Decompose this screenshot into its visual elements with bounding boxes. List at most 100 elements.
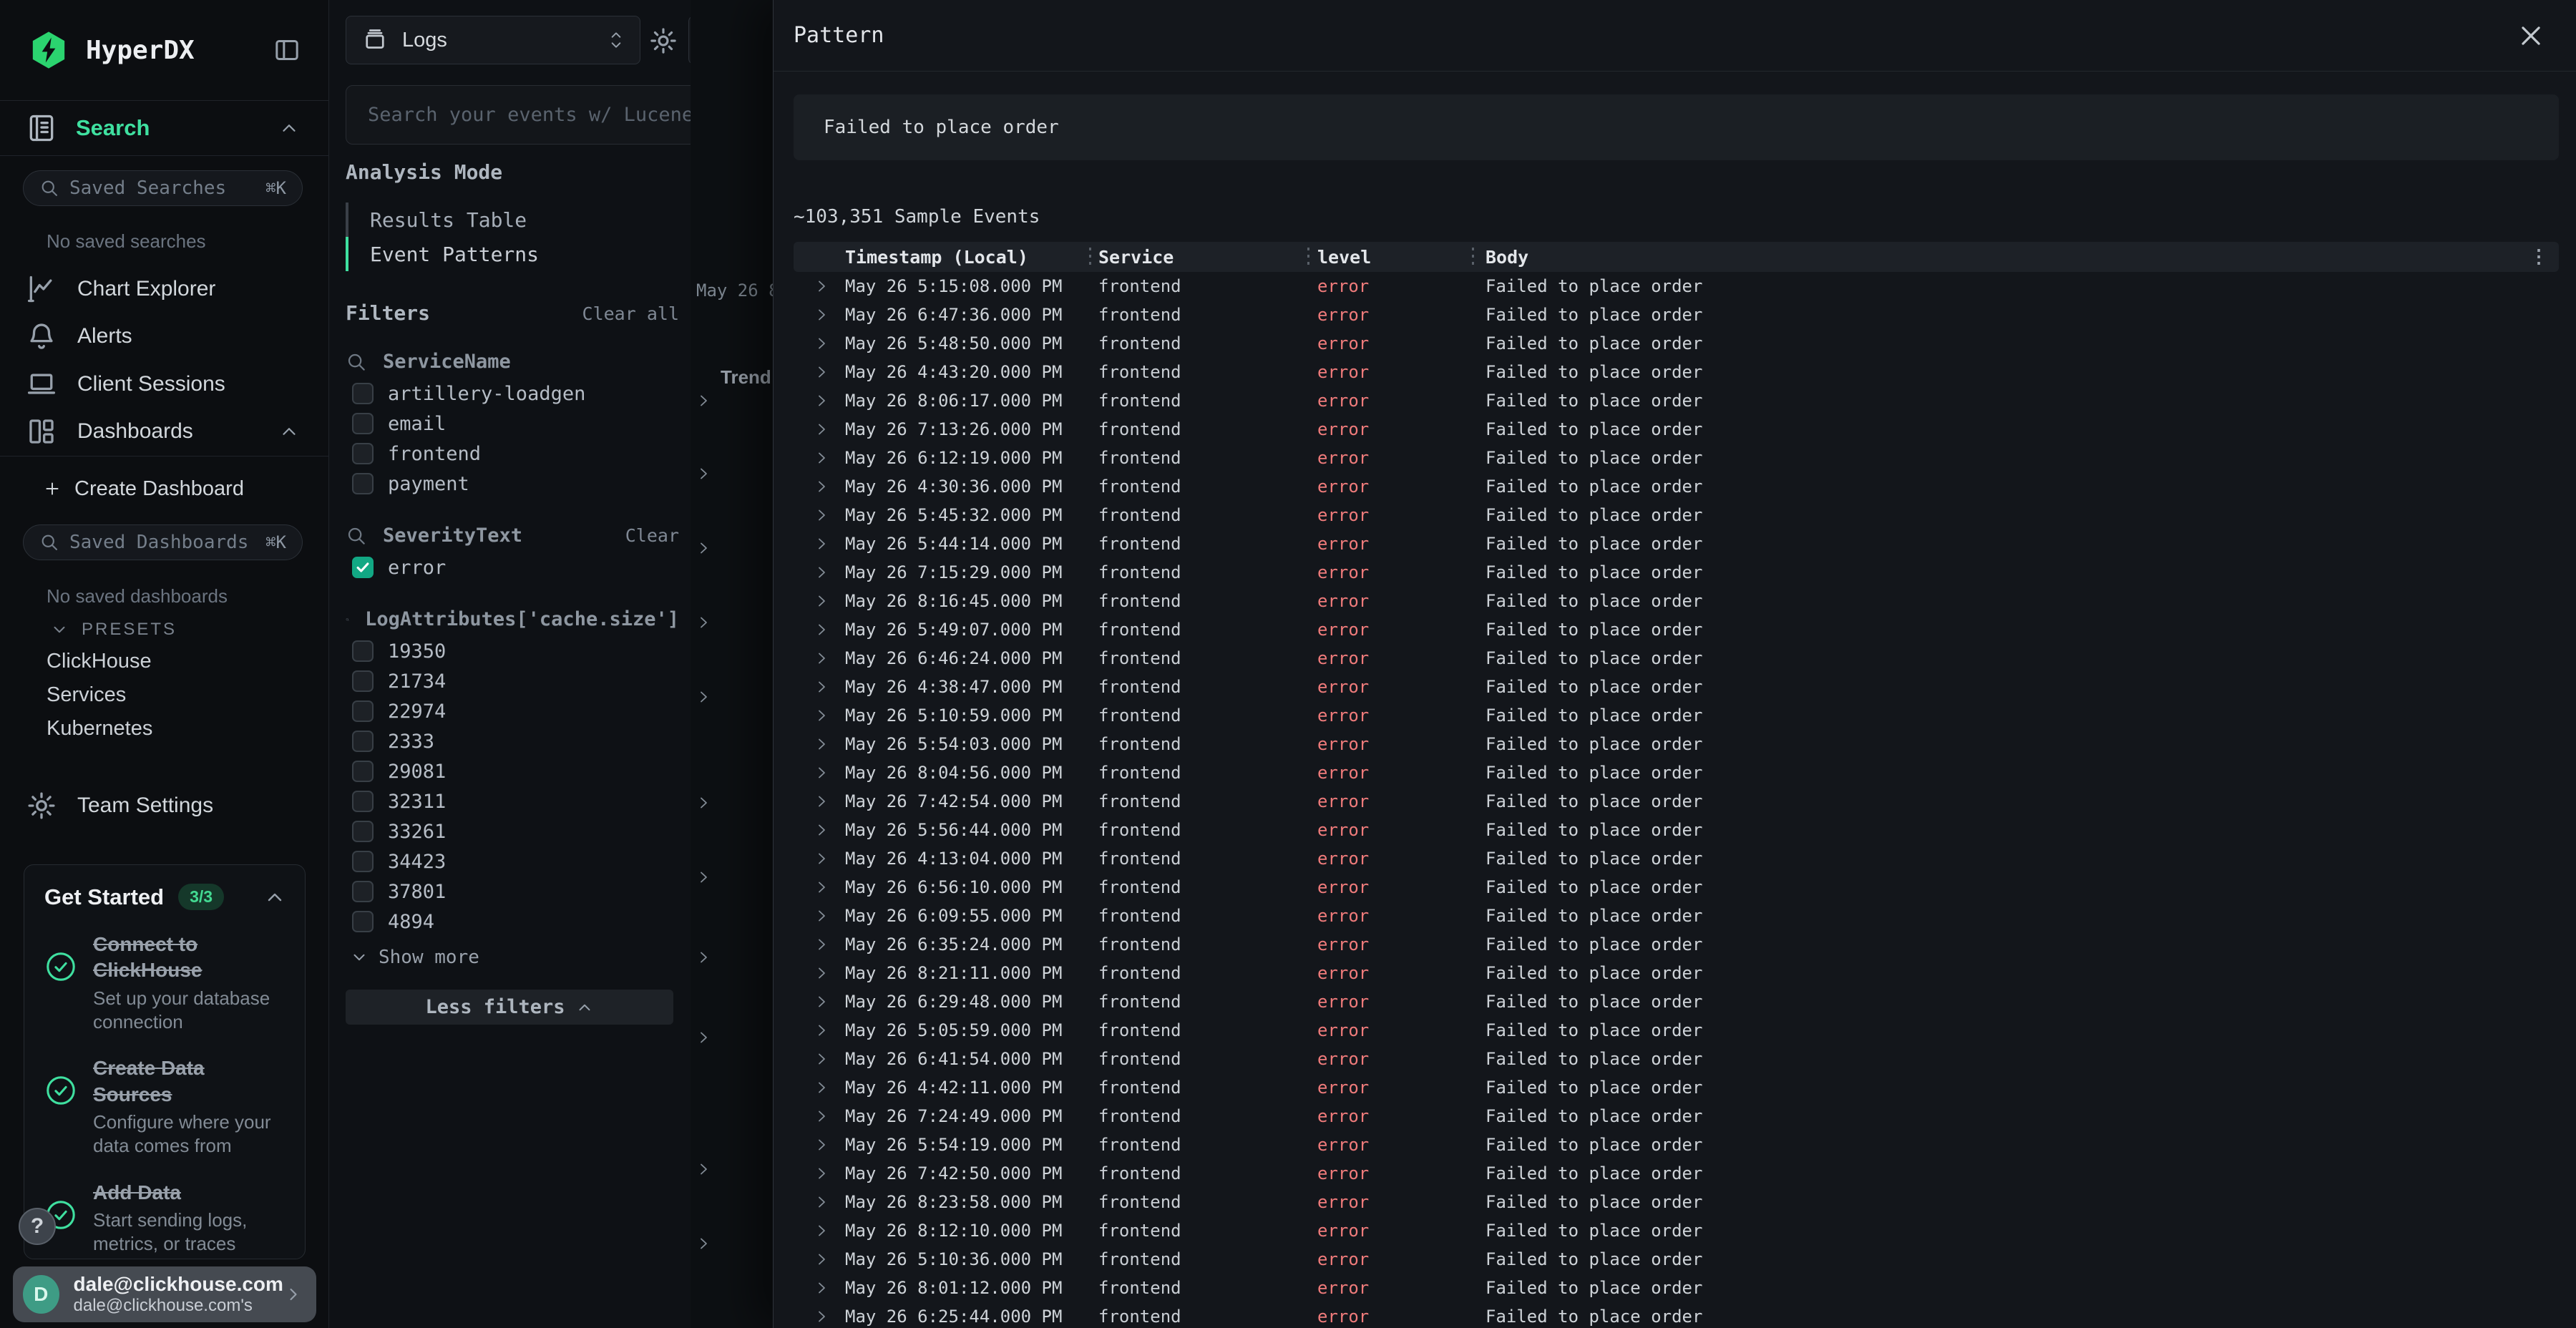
table-row[interactable]: May 26 7:42:54.000 PM frontend error Fai… xyxy=(794,787,2559,816)
show-more-link[interactable]: Show more xyxy=(350,947,691,968)
checkbox[interactable] xyxy=(352,761,374,782)
filter-option-4894[interactable]: 4894 xyxy=(352,907,691,937)
table-row[interactable]: May 26 5:44:14.000 PM frontend error Fai… xyxy=(794,529,2559,558)
expand-chevron-icon[interactable] xyxy=(794,936,845,953)
expand-chevron-icon[interactable] xyxy=(794,850,845,867)
expand-chevron-icon[interactable] xyxy=(794,1022,845,1039)
table-row[interactable]: May 26 7:15:29.000 PM frontend error Fai… xyxy=(794,558,2559,587)
saved-searches-input[interactable]: ⌘K xyxy=(23,170,303,206)
sidebar-item-chart-explorer[interactable]: Chart Explorer xyxy=(0,266,328,312)
presets-toggle[interactable]: PRESETS xyxy=(50,620,177,640)
filter-option-21734[interactable]: 21734 xyxy=(352,666,691,696)
table-row[interactable]: May 26 5:49:07.000 PM frontend error Fai… xyxy=(794,615,2559,644)
expand-chevron-icon[interactable] xyxy=(794,1050,845,1068)
filter-option-error[interactable]: error xyxy=(352,552,691,582)
table-row[interactable]: May 26 5:56:44.000 PM frontend error Fai… xyxy=(794,816,2559,844)
filter-option-email[interactable]: email xyxy=(352,409,691,439)
checkbox[interactable] xyxy=(352,473,374,494)
checkbox[interactable] xyxy=(352,731,374,752)
sidebar-item-alerts[interactable]: Alerts xyxy=(0,313,328,359)
sidebar-item-dashboards[interactable]: Dashboards xyxy=(0,409,328,454)
column-resize-handle[interactable] xyxy=(1472,248,1474,266)
checkbox[interactable] xyxy=(352,821,374,842)
column-header-timestamp[interactable]: Timestamp (Local) xyxy=(845,247,1081,268)
expand-chevron-icon[interactable] xyxy=(794,478,845,495)
filter-option-frontend[interactable]: frontend xyxy=(352,439,691,469)
expand-chevron-icon[interactable] xyxy=(794,306,845,323)
expand-chevron-icon[interactable] xyxy=(794,1108,845,1125)
checkbox[interactable] xyxy=(352,911,374,932)
collapse-sidebar-icon[interactable] xyxy=(273,36,301,64)
expand-chevron-icon[interactable] xyxy=(695,540,712,557)
expand-chevron-icon[interactable] xyxy=(695,869,712,886)
filter-option-33261[interactable]: 33261 xyxy=(352,816,691,846)
table-row[interactable]: May 26 6:46:24.000 PM frontend error Fai… xyxy=(794,644,2559,673)
checkbox[interactable] xyxy=(352,670,374,692)
table-row[interactable]: May 26 8:01:12.000 PM frontend error Fai… xyxy=(794,1274,2559,1302)
expand-chevron-icon[interactable] xyxy=(695,1161,712,1178)
analysis-mode-results-table[interactable]: Results Table xyxy=(346,202,691,237)
filter-option-32311[interactable]: 32311 xyxy=(352,786,691,816)
filter-option-19350[interactable]: 19350 xyxy=(352,636,691,666)
column-resize-handle[interactable] xyxy=(1089,248,1091,266)
preset-item-services[interactable]: Services xyxy=(47,683,126,707)
search-icon[interactable] xyxy=(346,609,349,630)
filter-option-37801[interactable]: 37801 xyxy=(352,877,691,907)
expand-chevron-icon[interactable] xyxy=(794,793,845,810)
table-row[interactable]: May 26 5:54:19.000 PM frontend error Fai… xyxy=(794,1131,2559,1159)
expand-chevron-icon[interactable] xyxy=(794,449,845,467)
table-row[interactable]: May 26 4:38:47.000 PM frontend error Fai… xyxy=(794,673,2559,701)
filter-option-artillery-loadgen[interactable]: artillery-loadgen xyxy=(352,379,691,409)
search-icon[interactable] xyxy=(346,525,367,547)
expand-chevron-icon[interactable] xyxy=(794,621,845,638)
expand-chevron-icon[interactable] xyxy=(794,592,845,610)
table-row[interactable]: May 26 5:54:03.000 PM frontend error Fai… xyxy=(794,730,2559,758)
expand-chevron-icon[interactable] xyxy=(794,1136,845,1153)
table-row[interactable]: May 26 5:15:08.000 PM frontend error Fai… xyxy=(794,272,2559,301)
checkbox[interactable] xyxy=(352,851,374,872)
table-row[interactable]: May 26 5:10:36.000 PM frontend error Fai… xyxy=(794,1245,2559,1274)
expand-chevron-icon[interactable] xyxy=(794,363,845,381)
create-dashboard-button[interactable]: Create Dashboard xyxy=(0,467,328,511)
table-row[interactable]: May 26 8:21:11.000 PM frontend error Fai… xyxy=(794,959,2559,987)
expand-chevron-icon[interactable] xyxy=(794,879,845,896)
table-row[interactable]: May 26 6:29:48.000 PM frontend error Fai… xyxy=(794,987,2559,1016)
help-button[interactable]: ? xyxy=(19,1208,56,1245)
table-row[interactable]: May 26 8:04:56.000 PM frontend error Fai… xyxy=(794,758,2559,787)
chevron-up-icon[interactable] xyxy=(263,886,286,909)
table-row[interactable]: May 26 8:12:10.000 PM frontend error Fai… xyxy=(794,1216,2559,1245)
expand-chevron-icon[interactable] xyxy=(794,993,845,1010)
column-header-body[interactable]: Body xyxy=(1485,247,2519,268)
expand-chevron-icon[interactable] xyxy=(794,736,845,753)
table-row[interactable]: May 26 7:42:50.000 PM frontend error Fai… xyxy=(794,1159,2559,1188)
expand-chevron-icon[interactable] xyxy=(695,949,712,966)
saved-dashboards-field[interactable] xyxy=(69,532,265,553)
table-row[interactable]: May 26 6:47:36.000 PM frontend error Fai… xyxy=(794,301,2559,329)
checkbox[interactable] xyxy=(352,791,374,812)
filter-option-34423[interactable]: 34423 xyxy=(352,846,691,877)
filter-option-22974[interactable]: 22974 xyxy=(352,696,691,726)
expand-chevron-icon[interactable] xyxy=(794,507,845,524)
clear-severity-link[interactable]: Clear xyxy=(625,525,679,546)
filter-option-payment[interactable]: payment xyxy=(352,469,691,499)
column-resize-handle[interactable] xyxy=(1307,248,1309,266)
table-row[interactable]: May 26 8:16:45.000 PM frontend error Fai… xyxy=(794,587,2559,615)
sidebar-item-search[interactable]: Search xyxy=(0,100,328,156)
expand-chevron-icon[interactable] xyxy=(794,335,845,352)
expand-chevron-icon[interactable] xyxy=(695,688,712,706)
column-header-service[interactable]: Service xyxy=(1098,247,1299,268)
analysis-mode-event-patterns[interactable]: Event Patterns xyxy=(346,237,691,271)
filter-option-29081[interactable]: 29081 xyxy=(352,756,691,786)
expand-chevron-icon[interactable] xyxy=(695,794,712,811)
table-menu-icon[interactable]: ⋮ xyxy=(2529,246,2548,268)
get-started-item[interactable]: Create Data Sources Configure where your… xyxy=(44,1055,286,1158)
column-header-level[interactable]: level xyxy=(1317,247,1460,268)
expand-chevron-icon[interactable] xyxy=(794,650,845,667)
expand-chevron-icon[interactable] xyxy=(794,1251,845,1268)
expand-chevron-icon[interactable] xyxy=(794,707,845,724)
table-row[interactable]: May 26 4:43:20.000 PM frontend error Fai… xyxy=(794,358,2559,386)
preset-item-kubernetes[interactable]: Kubernetes xyxy=(47,717,152,741)
checkbox[interactable] xyxy=(352,383,374,404)
user-menu[interactable]: D dale@clickhouse.com dale@clickhouse.co… xyxy=(13,1266,316,1322)
clear-all-filters-link[interactable]: Clear all xyxy=(582,303,679,324)
